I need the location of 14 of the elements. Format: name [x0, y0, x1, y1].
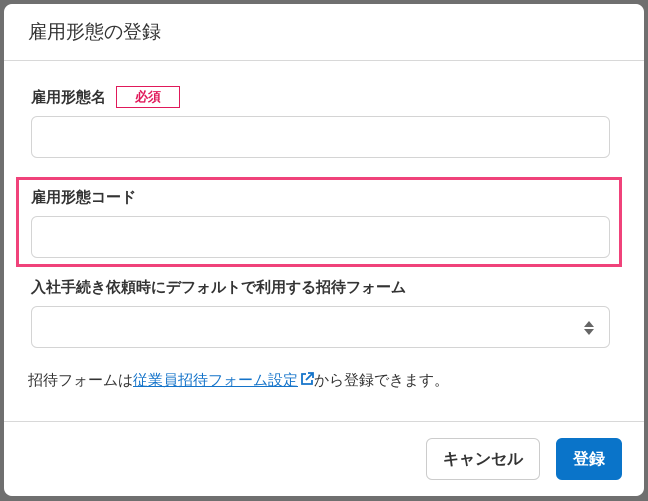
- field-label: 入社手続き依頼時にデフォルトで利用する招待フォーム: [31, 278, 406, 296]
- field-label: 雇用形態コード: [31, 188, 136, 206]
- text-field[interactable]: [31, 116, 610, 158]
- text-field[interactable]: [31, 216, 610, 258]
- settings-link[interactable]: 従業員招待フォーム設定: [133, 371, 314, 389]
- help-text: 招待フォームは従業員招待フォーム設定 から登録できます。: [28, 371, 450, 390]
- field-label: 雇用形態名: [31, 88, 106, 106]
- cancel-button[interactable]: キャンセル: [426, 438, 540, 480]
- submit-button[interactable]: 登録: [556, 438, 622, 480]
- select-field[interactable]: [31, 306, 610, 348]
- required-badge: 必須: [116, 86, 180, 108]
- sort-arrows-icon: [583, 320, 595, 336]
- dialog-title: 雇用形態の登録: [28, 20, 161, 45]
- external-link-icon: [300, 372, 314, 386]
